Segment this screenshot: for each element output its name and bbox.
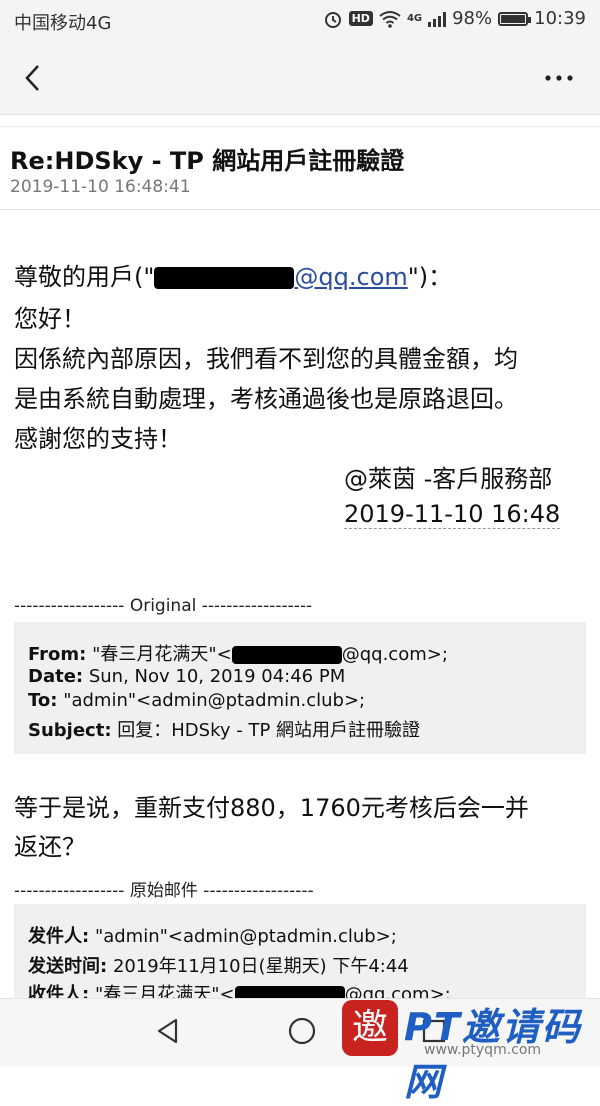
status-bar: 中国移动4G HD 4G 98% 10:39	[0, 0, 600, 40]
mail-subject: Re:HDSky - TP 網站用戶註冊驗證	[10, 147, 405, 175]
mail-date: 2019-11-10 16:48:41	[10, 177, 191, 197]
signature-date: 2019-11-10 16:48	[344, 496, 561, 532]
nav-back-icon	[157, 1018, 178, 1044]
orig2-time-line: 发送时间: 2019年11月10日(星期天) 下午4:44	[28, 952, 409, 978]
signature-date-text[interactable]: 2019-11-10 16:48	[344, 500, 561, 529]
orig-from-suffix: @qq.com>;	[341, 644, 448, 665]
greeting-prefix: 尊敬的用戶("	[14, 263, 155, 291]
orig-subject-value: 回复：HDSky - TP 網站用戶註冊驗證	[117, 720, 421, 741]
watermark-url: www.ptyqm.com	[424, 1042, 542, 1058]
thanks-line: 感謝您的支持！	[14, 425, 182, 453]
more-options-button[interactable]	[540, 60, 580, 96]
mail-header: Re:HDSky - TP 網站用戶註冊驗證 2019-11-10 16:48:…	[0, 126, 600, 210]
orig-to-label: To:	[28, 690, 58, 711]
redacted-email	[231, 646, 342, 664]
orig2-time-value: 2019年11月10日(星期天) 下午4:44	[112, 956, 409, 977]
orig2-from-label: 发件人:	[28, 926, 90, 947]
watermark: 邀 PT邀请码网 www.ptyqm.com	[342, 996, 600, 1104]
original-divider: ------------------ Original ------------…	[14, 596, 313, 616]
original-mail-quote-box: 发件人: "admin"<admin@ptadmin.club>; 发送时间: …	[14, 904, 586, 1005]
orig2-from-value: "admin"<admin@ptadmin.club>;	[94, 926, 397, 947]
signature: @萊茵 -客戶服務部	[344, 465, 553, 493]
greeting-email-link[interactable]: @qq.com	[294, 263, 407, 291]
app-bar	[0, 40, 600, 115]
back-arrow-icon	[25, 65, 39, 91]
redacted-email	[154, 267, 295, 289]
clock: 10:39	[534, 8, 586, 29]
battery-percent: 98%	[452, 8, 493, 29]
body-line-1: 因係統內部原因，我們看不到您的具體金額，均	[14, 345, 518, 373]
orig-date-value: Sun, Nov 10, 2019 04:46 PM	[88, 666, 346, 687]
hello-line: 您好！	[14, 305, 86, 333]
orig2-from-line: 发件人: "admin"<admin@ptadmin.club>;	[28, 922, 397, 948]
greeting-suffix: ")：	[407, 263, 453, 291]
orig-from-line: From: "春三月花满天"< @qq.com>;	[28, 640, 448, 666]
signal-icon	[428, 11, 447, 27]
watermark-logo: 邀	[342, 1000, 398, 1056]
nav-home-icon	[288, 1017, 316, 1045]
back-button[interactable]	[18, 58, 58, 98]
orig-to-line: To: "admin"<admin@ptadmin.club>;	[28, 690, 365, 711]
orig-subject-line: Subject: 回复：HDSky - TP 網站用戶註冊驗證	[28, 716, 420, 742]
alarm-icon	[324, 11, 341, 28]
hd-badge: HD	[348, 11, 373, 26]
orig-subject-label: Subject:	[28, 720, 112, 741]
orig-date-line: Date: Sun, Nov 10, 2019 04:46 PM	[28, 666, 345, 687]
original-quote-box: From: "春三月花满天"< @qq.com>; Date: Sun, Nov …	[14, 622, 586, 754]
more-icon	[545, 75, 573, 81]
reply-line-2: 返还？	[14, 833, 86, 861]
network-type: 4G	[406, 13, 423, 24]
battery-icon	[498, 11, 532, 26]
orig-date-label: Date:	[28, 666, 84, 687]
orig-to-value: "admin"<admin@ptadmin.club>;	[63, 690, 366, 711]
wifi-icon	[379, 10, 401, 28]
orig2-time-label: 发送时间:	[28, 956, 108, 977]
greeting-line: 尊敬的用戶(" @qq.com")：	[14, 259, 452, 295]
reply-line-1: 等于是说，重新支付880，1760元考核后会一并	[14, 794, 529, 822]
body-line-2: 是由系統自動處理，考核通過後也是原路退回。	[14, 385, 518, 413]
carrier-label: 中国移动4G	[14, 13, 112, 34]
orig-from-prefix: "春三月花满天"<	[92, 644, 232, 665]
orig-from-label: From:	[28, 644, 87, 665]
nav-back-button[interactable]	[152, 1015, 184, 1051]
nav-home-button[interactable]	[286, 1015, 318, 1051]
status-icons: HD 4G 98% 10:39	[323, 8, 586, 29]
original-mail-divider: ------------------ 原始邮件 ----------------…	[14, 881, 314, 901]
